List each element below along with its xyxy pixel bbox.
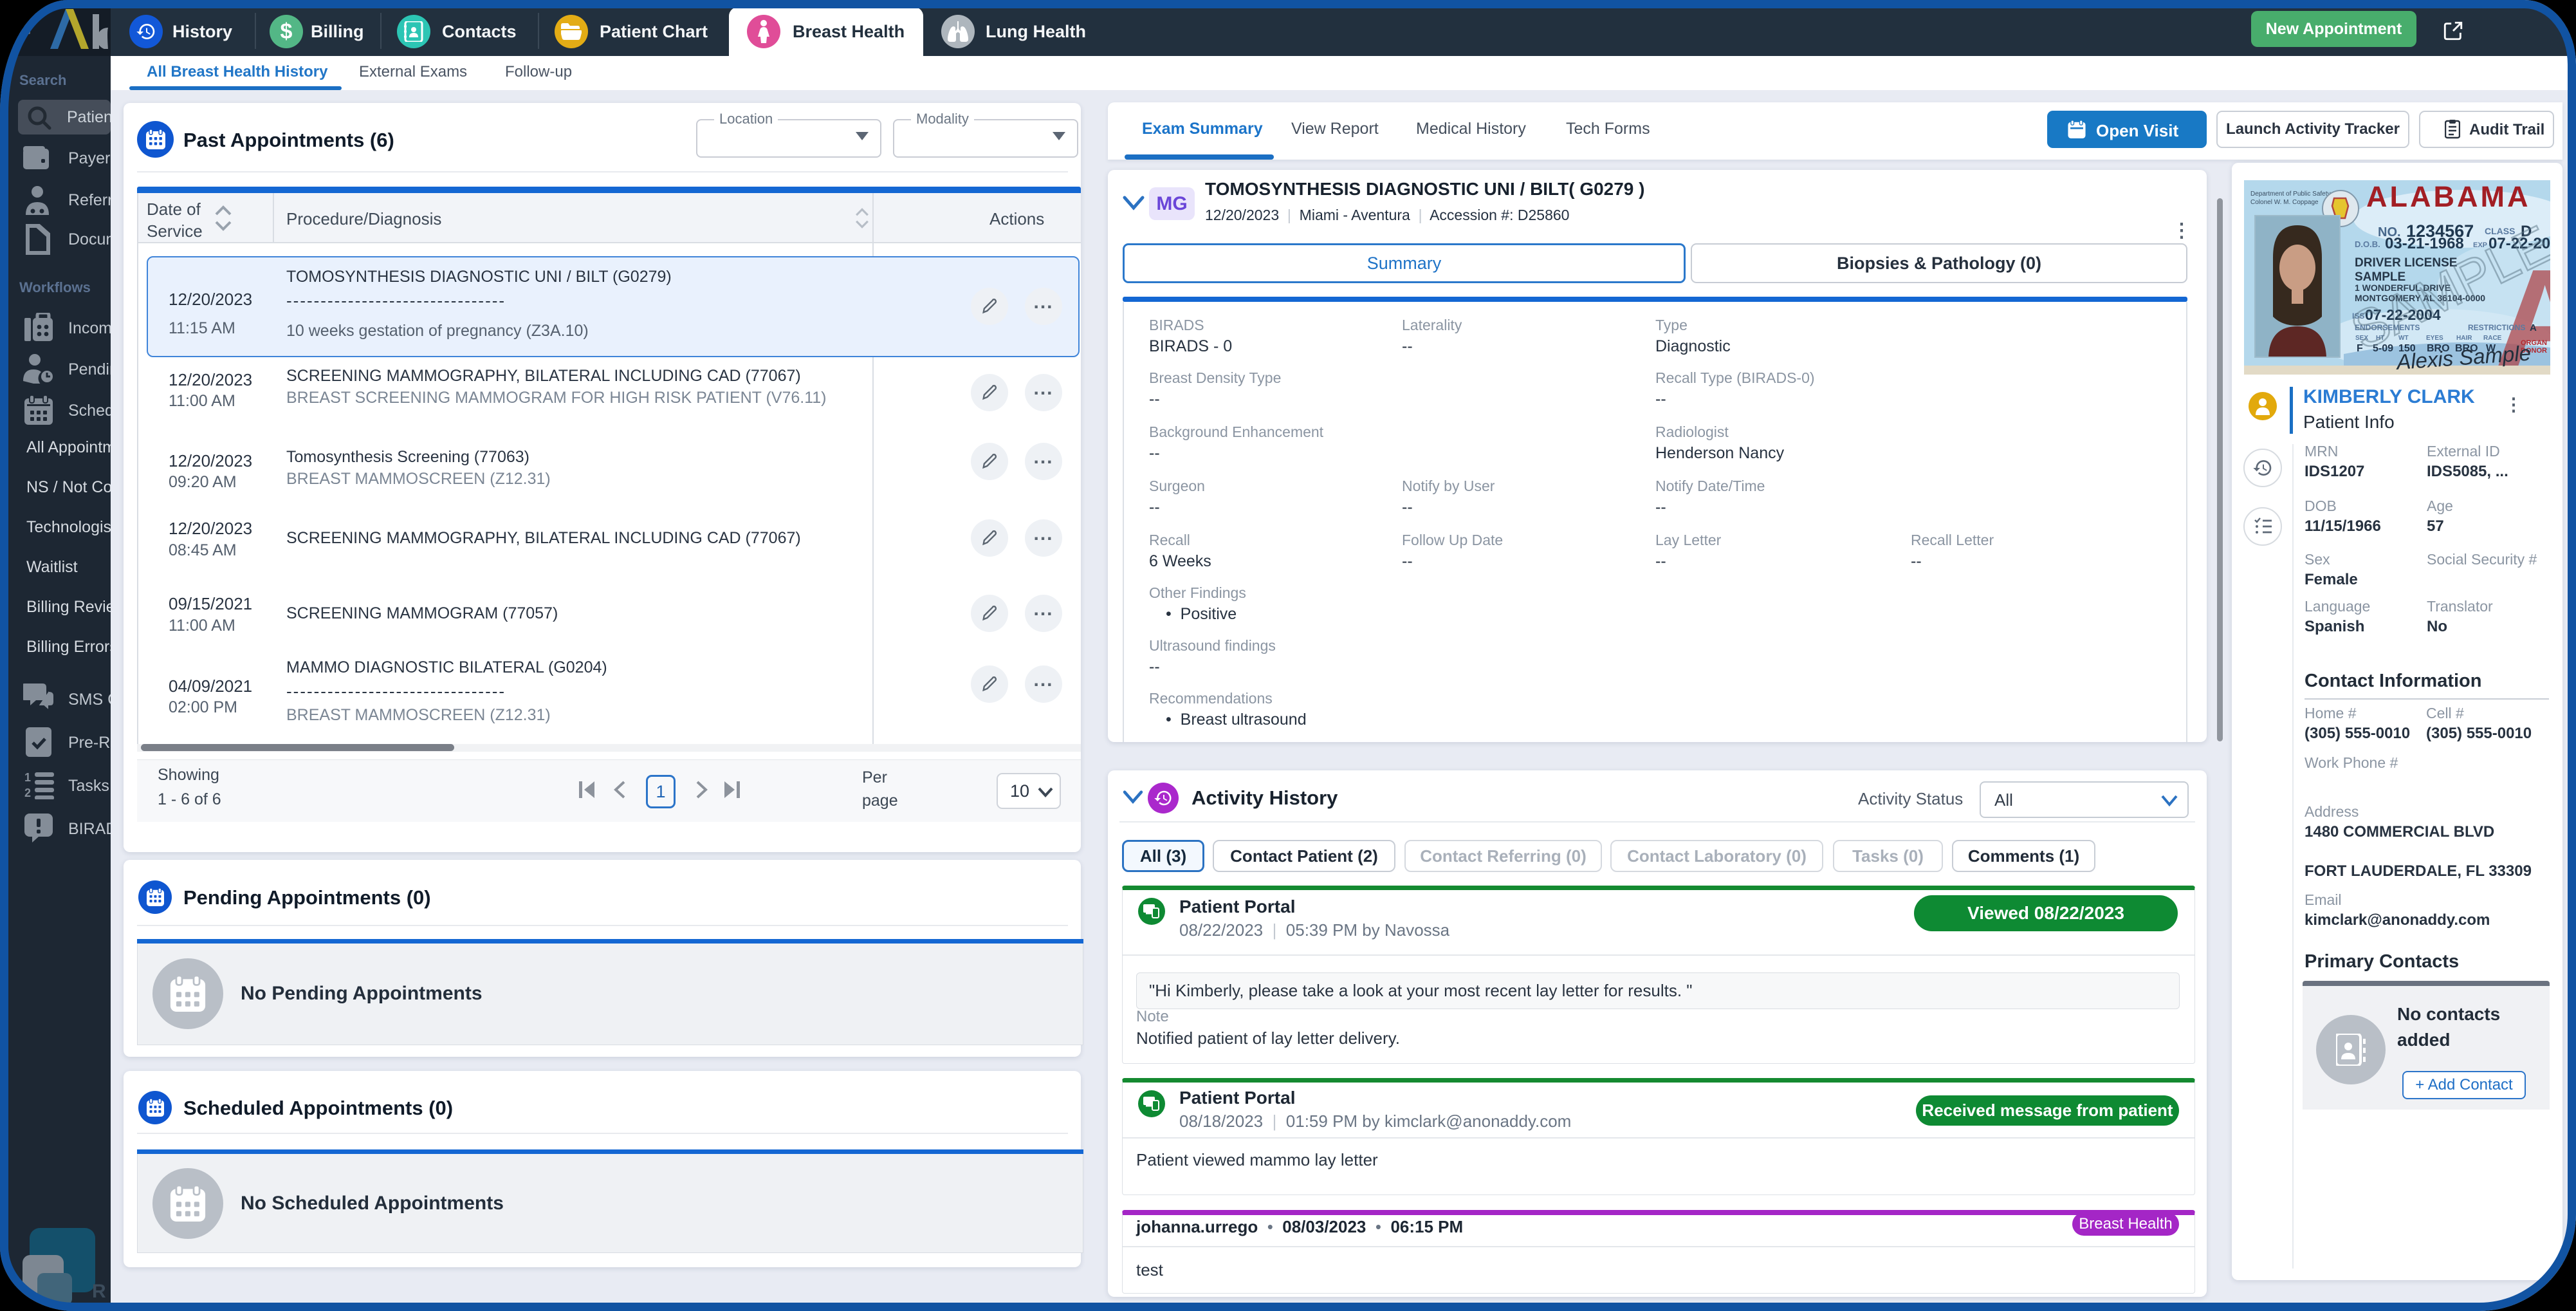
svg-text:1: 1: [24, 771, 31, 784]
svg-text:2: 2: [24, 786, 31, 799]
svg-text:HAIR: HAIR: [2456, 335, 2472, 342]
svg-text:03-21-1968: 03-21-1968: [2385, 235, 2464, 252]
svg-text:Colonel W. M. Coppage: Colonel W. M. Coppage: [2250, 199, 2319, 206]
svg-text:A: A: [2530, 322, 2537, 333]
svg-text:D.O.B.: D.O.B.: [2355, 239, 2380, 249]
svg-text:ALABAMA: ALABAMA: [2366, 180, 2530, 213]
svg-text:EYES: EYES: [2426, 335, 2443, 342]
svg-text:Department of Public Safety: Department of Public Safety: [2250, 191, 2331, 198]
svg-text:RESTRICTIONS: RESTRICTIONS: [2468, 323, 2525, 332]
svg-text:RACE: RACE: [2483, 335, 2502, 342]
